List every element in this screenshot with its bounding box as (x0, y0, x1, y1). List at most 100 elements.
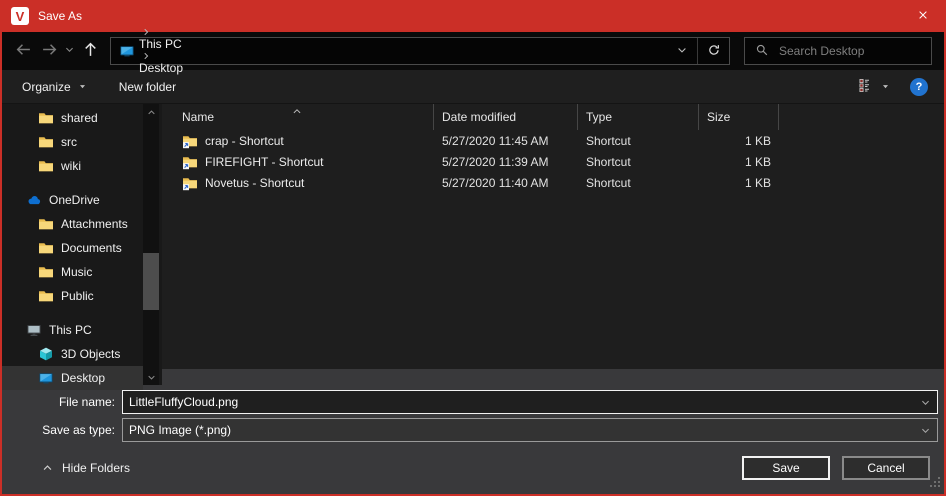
file-type: Shortcut (578, 155, 699, 169)
folder-icon (38, 216, 54, 232)
details-view-icon (858, 77, 874, 96)
sidebar-item-label: This PC (49, 323, 92, 337)
scroll-down-button[interactable] (143, 369, 159, 385)
breadcrumb-item-this-pc[interactable]: This PC (135, 37, 186, 51)
sidebar-scrollbar[interactable] (143, 104, 159, 385)
file-name-input[interactable] (123, 395, 913, 409)
hide-folders-button[interactable]: Hide Folders (42, 461, 130, 475)
sidebar-item-label: Attachments (61, 217, 128, 231)
file-name: crap - Shortcut (205, 134, 284, 148)
search-input[interactable] (779, 44, 931, 58)
recent-locations-button[interactable] (62, 38, 77, 64)
breadcrumb: This PC Desktop (135, 27, 187, 75)
sidebar-item-this-pc[interactable]: This PC (2, 318, 143, 342)
file-size: 1 KB (699, 155, 779, 169)
file-row-firefight-shortcut[interactable]: FIREFIGHT - Shortcut 5/27/2020 11:39 AMSh… (162, 151, 944, 172)
scrollbar-thumb[interactable] (143, 253, 159, 310)
chevron-down-icon[interactable] (913, 397, 937, 408)
navigation-bar: This PCDesktop (2, 32, 944, 70)
save-as-type-value: PNG Image (*.png) (123, 423, 913, 437)
file-size: 1 KB (699, 134, 779, 148)
sidebar-item-label: Desktop (61, 371, 105, 385)
file-date-modified: 5/27/2020 11:40 AM (434, 176, 578, 190)
sidebar-item-public[interactable]: Public (2, 284, 143, 308)
sidebar-item-label: 3D Objects (61, 347, 120, 361)
file-type: Shortcut (578, 176, 699, 190)
column-header-type[interactable]: Type (578, 104, 699, 130)
app-logo-icon: V (11, 7, 29, 25)
file-name-section: File name: Save as type: PNG Image (*.pn… (2, 385, 944, 447)
arrow-left-icon (15, 41, 32, 61)
save-as-dialog: V Save As (0, 0, 946, 496)
folder-icon (38, 110, 54, 126)
file-name: FIREFIGHT - Shortcut (205, 155, 323, 169)
dialog-buttons-bar: Hide Folders Save Cancel (2, 447, 944, 494)
file-row-crap-shortcut[interactable]: crap - Shortcut 5/27/2020 11:45 AMShortcu… (162, 130, 944, 151)
arrow-up-icon (82, 41, 99, 61)
column-header-date-modified[interactable]: Date modified (434, 104, 578, 130)
sidebar-item-label: Music (61, 265, 92, 279)
file-name-label: File name: (2, 395, 122, 409)
folder-shortcut-icon (182, 133, 198, 149)
chevron-down-icon (64, 44, 75, 58)
chevron-down-icon (881, 80, 890, 94)
cancel-button[interactable]: Cancel (842, 456, 930, 480)
desktop-icon (38, 370, 54, 386)
save-as-type-dropdown[interactable]: PNG Image (*.png) (122, 418, 938, 442)
sidebar-item-label: src (61, 135, 77, 149)
sidebar-item-documents[interactable]: Documents (2, 236, 143, 260)
chevron-down-icon[interactable] (913, 425, 937, 436)
sidebar-item-desktop[interactable]: Desktop (2, 366, 143, 390)
column-headers: Name Date modified Type Size (162, 104, 944, 130)
breadcrumb-item-desktop[interactable]: Desktop (135, 61, 187, 75)
up-button[interactable] (77, 38, 103, 64)
close-button[interactable] (900, 0, 946, 32)
change-view-button[interactable] (858, 77, 890, 96)
address-dropdown-button[interactable] (667, 38, 697, 64)
sidebar-item-attachments[interactable]: Attachments (2, 212, 143, 236)
cube-icon (38, 346, 54, 362)
address-bar[interactable]: This PCDesktop (110, 37, 730, 65)
file-date-modified: 5/27/2020 11:45 AM (434, 134, 578, 148)
organize-button[interactable]: Organize (22, 80, 87, 94)
file-name: Novetus - Shortcut (205, 176, 304, 190)
folder-icon (38, 264, 54, 280)
save-button[interactable]: Save (742, 456, 830, 480)
folder-icon (38, 288, 54, 304)
file-size: 1 KB (699, 176, 779, 190)
sidebar-item-src[interactable]: src (2, 130, 143, 154)
help-button[interactable]: ? (910, 78, 928, 96)
sidebar-item-shared[interactable]: shared (2, 106, 143, 130)
new-folder-button[interactable]: New folder (119, 80, 176, 94)
sidebar-item-label: Documents (61, 241, 122, 255)
column-header-size[interactable]: Size (699, 104, 779, 130)
main-area: shared src wiki OneDrive Attachments Document… (2, 104, 944, 385)
folder-shortcut-icon (182, 175, 198, 191)
pc-icon (26, 322, 42, 338)
resize-grip[interactable] (930, 477, 941, 491)
arrow-right-icon (41, 41, 58, 61)
file-date-modified: 5/27/2020 11:39 AM (434, 155, 578, 169)
caret-down-icon (78, 80, 87, 94)
search-box[interactable] (744, 37, 932, 65)
refresh-button[interactable] (697, 38, 729, 64)
sidebar-item-label: OneDrive (49, 193, 100, 207)
sort-ascending-icon (292, 104, 302, 118)
sidebar-item-music[interactable]: Music (2, 260, 143, 284)
magnifier-icon (755, 43, 769, 60)
chevron-right-icon (135, 27, 187, 37)
back-button[interactable] (10, 38, 36, 64)
sidebar-item-label: wiki (61, 159, 81, 173)
scroll-up-button[interactable] (143, 104, 159, 120)
sidebar-item-3d-objects[interactable]: 3D Objects (2, 342, 143, 366)
file-row-novetus-shortcut[interactable]: Novetus - Shortcut 5/27/2020 11:40 AMShor… (162, 172, 944, 193)
save-as-type-label: Save as type: (2, 423, 122, 437)
file-name-combobox[interactable] (122, 390, 938, 414)
sidebar-item-wiki[interactable]: wiki (2, 154, 143, 178)
file-type: Shortcut (578, 134, 699, 148)
forward-button[interactable] (36, 38, 62, 64)
command-toolbar: Organize New folder ? (2, 70, 944, 104)
navigation-pane: shared src wiki OneDrive Attachments Document… (2, 104, 162, 385)
sidebar-item-label: Public (61, 289, 94, 303)
sidebar-item-onedrive[interactable]: OneDrive (2, 188, 143, 212)
